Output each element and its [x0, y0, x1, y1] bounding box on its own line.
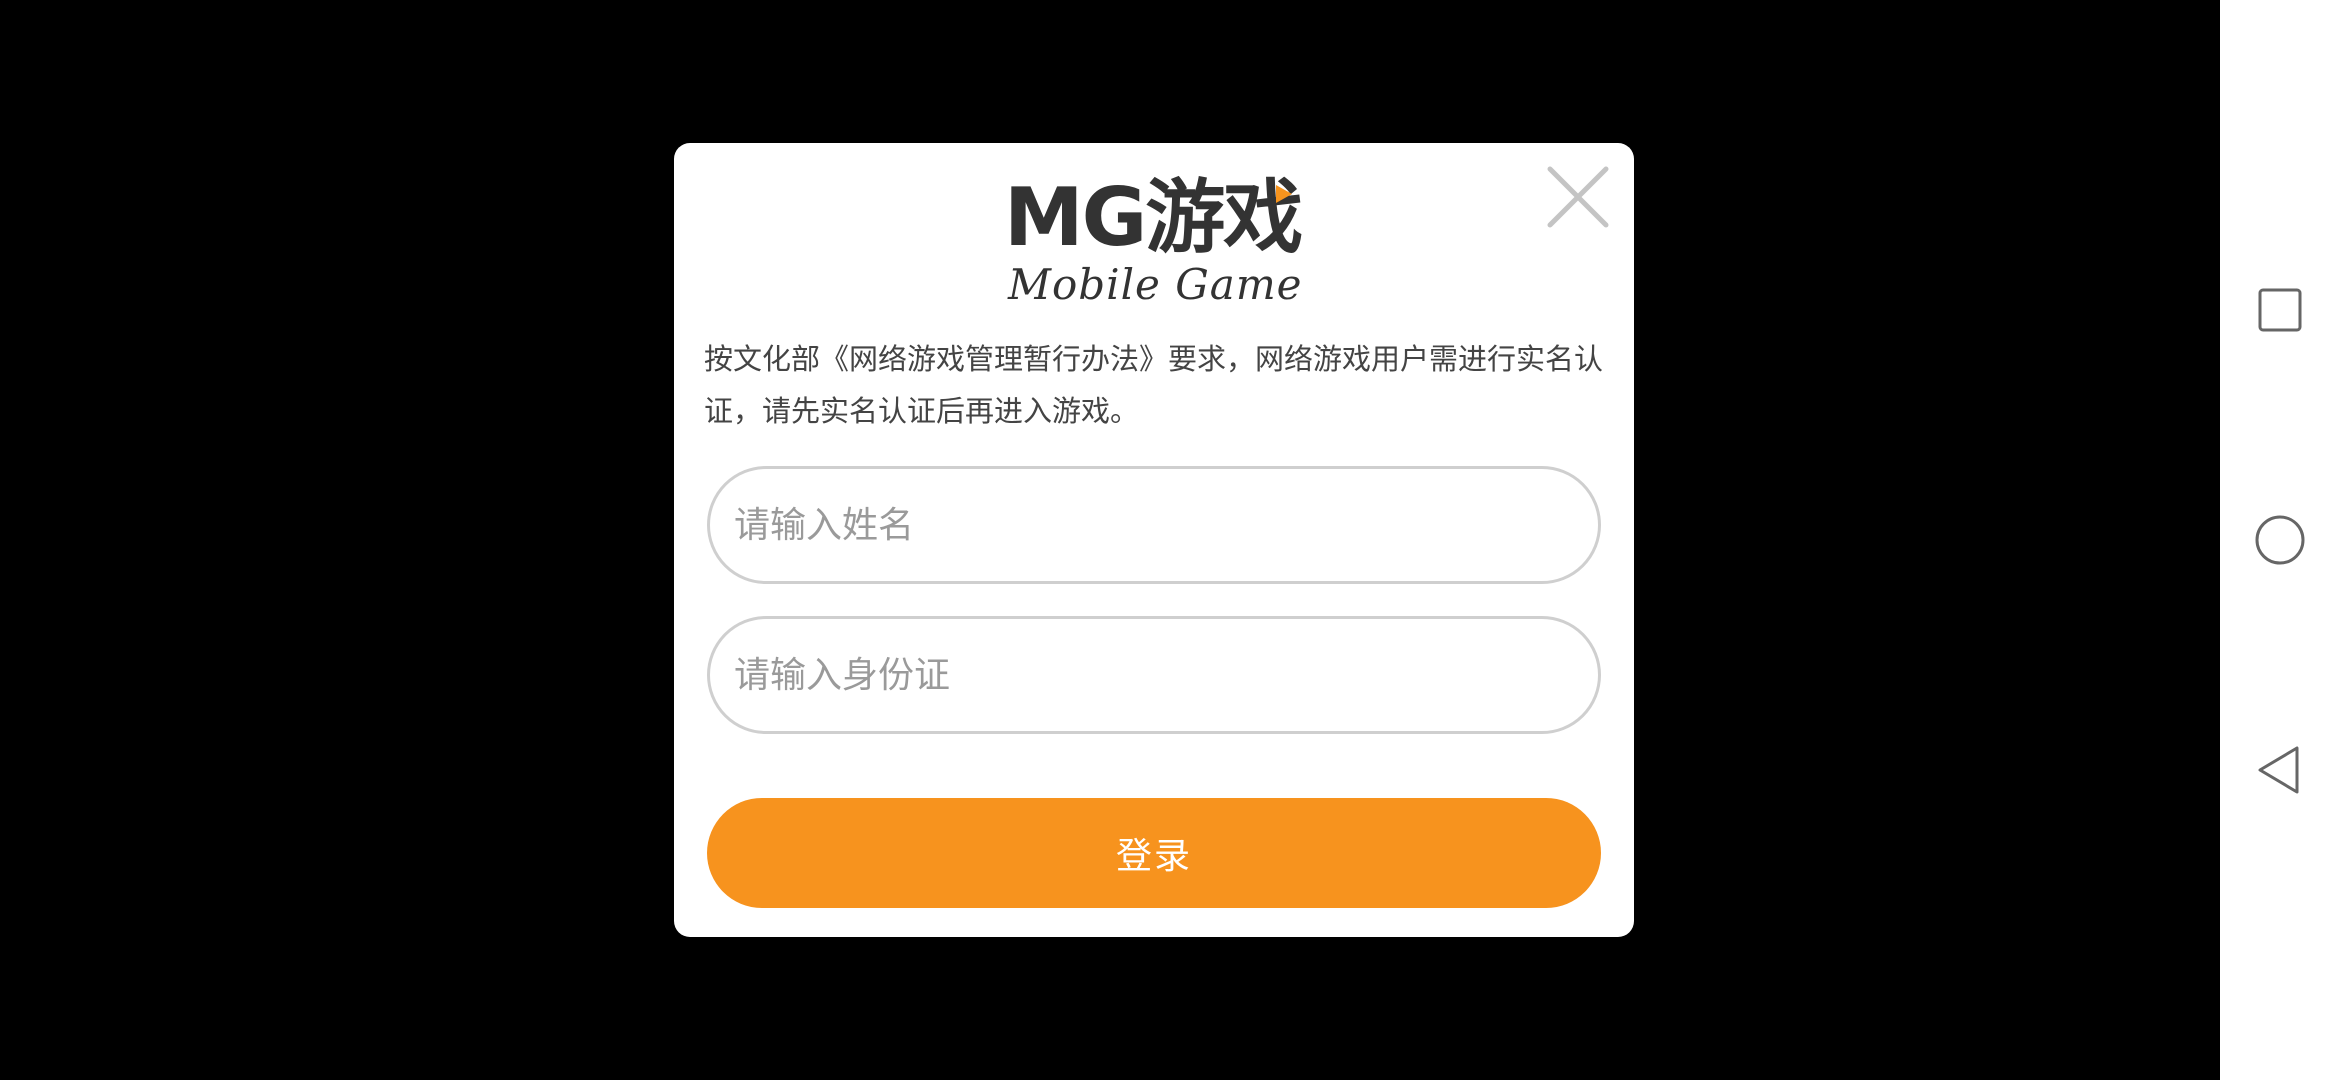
close-icon [1547, 166, 1609, 228]
logo-sub-text: Mobile Game [1008, 260, 1303, 309]
play-arrow-icon [1276, 185, 1292, 203]
logo-main-text: MG游戏 [1004, 171, 1303, 264]
triangle-back-icon [2258, 746, 2299, 794]
recent-apps-button[interactable] [2250, 280, 2310, 340]
circle-icon [2255, 515, 2305, 565]
app-screen: MG游戏 Mobile Game 按文化部《网络游戏管理暂行办法》要求，网络游戏… [0, 0, 2340, 1080]
name-input[interactable] [707, 466, 1601, 584]
android-nav-bar [2220, 0, 2340, 1080]
login-button[interactable]: 登录 [707, 798, 1601, 908]
back-button[interactable] [2250, 740, 2310, 800]
id-card-input[interactable] [707, 616, 1601, 734]
real-name-auth-dialog: MG游戏 Mobile Game 按文化部《网络游戏管理暂行办法》要求，网络游戏… [674, 143, 1634, 937]
real-name-notice: 按文化部《网络游戏管理暂行办法》要求，网络游戏用户需进行实名认证，请先实名认证后… [704, 342, 1604, 428]
close-button[interactable] [1544, 163, 1612, 231]
mg-game-logo: MG游戏 Mobile Game [1004, 173, 1314, 313]
home-button[interactable] [2250, 510, 2310, 570]
square-icon [2258, 288, 2302, 332]
